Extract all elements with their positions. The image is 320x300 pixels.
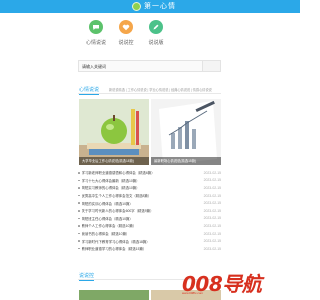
- nav-item-shuoshuo-kong[interactable]: 说说控: [110, 20, 142, 46]
- list-item[interactable]: 我读书的心得体会（精选10篇） 2023-02-15: [78, 230, 221, 238]
- pencil-icon: [149, 20, 163, 34]
- featured-thumb-1[interactable]: 大学毕业后工作心情说说(精选18篇): [79, 99, 149, 165]
- bullet-icon: [78, 187, 80, 189]
- bullet-icon: [78, 225, 80, 227]
- section-title[interactable]: 心情说说: [79, 86, 100, 95]
- bullet-icon: [78, 172, 80, 174]
- bullet-icon: [78, 240, 80, 242]
- bullet-icon: [78, 247, 80, 250]
- featured-thumb-2[interactable]: 最新职场心情说说(精选15篇): [151, 99, 221, 165]
- chart-document-image: [151, 99, 221, 165]
- nav-item-label: 说说版: [148, 40, 164, 46]
- list-item[interactable]: 学习新老师职业道德感悟和心得体会（精选6篇） 2023-02-15: [78, 169, 221, 177]
- top-bar: 第一心情: [0, 0, 300, 13]
- apple-books-image: [79, 99, 149, 165]
- category-nav: 心情说说 说说控 说说版: [0, 20, 300, 54]
- article-list: 学习新老师职业道德感悟和心得体会（精选6篇） 2023-02-15 学习十七大心得…: [78, 169, 221, 253]
- nav-item-shuoshuo-ban[interactable]: 说说版: [140, 20, 172, 46]
- section-title[interactable]: 说说控: [79, 272, 95, 281]
- bullet-icon: [78, 194, 80, 197]
- search-box: [78, 60, 221, 72]
- bullet-icon: [78, 179, 80, 182]
- list-item[interactable]: 关于学习时代新人的心得体会600字（精选9篇） 2023-02-15: [78, 207, 221, 215]
- list-item[interactable]: 优秀高中生个人工作心得体会范文（精选8篇） 2023-02-15: [78, 192, 221, 200]
- nav-item-mood-posts[interactable]: 心情说说: [80, 20, 112, 46]
- site-logo[interactable]: 第一心情: [132, 1, 176, 11]
- section-header-mood-posts: 心情说说 新说说精选 | 工作心情说说 | 学业心情说说 | 经典心情说说 | …: [78, 85, 221, 95]
- list-item[interactable]: 学习新时代下教育学习心得体会（精选18篇） 2023-02-15: [78, 237, 221, 245]
- watermark-logo: 008导航 www.008fx.com: [182, 268, 262, 297]
- bullet-icon: [78, 217, 80, 220]
- bottom-thumb-1[interactable]: [79, 290, 149, 300]
- list-item[interactable]: 学习十七大心得体会最新（精选10篇） 2023-02-15: [78, 177, 221, 185]
- watermark-subtext: www.008fx.com: [182, 291, 204, 295]
- heart-icon: [119, 20, 133, 34]
- nav-item-label: 说说控: [118, 40, 134, 46]
- list-item[interactable]: 简短班主任心得体会（精选10篇） 2023-02-15: [78, 215, 221, 223]
- bullet-icon: [78, 210, 80, 212]
- thumb-caption: 最新职场心情说说(精选15篇): [151, 157, 221, 165]
- nav-item-label: 心情说说: [85, 40, 106, 46]
- list-item[interactable]: 教师职业道德学习的心得体会（精选15篇） 2023-02-15: [78, 245, 221, 253]
- logo-icon: [132, 1, 141, 11]
- thumb-caption: 大学毕业后工作心情说说(精选18篇): [79, 157, 149, 165]
- section-tabs[interactable]: 新说说精选 | 工作心情说说 | 学业心情说说 | 经典心情说说 | 情感心情说…: [109, 87, 221, 92]
- list-item[interactable]: 简短实习教师的心得体会（精选10篇） 2023-02-15: [78, 184, 221, 192]
- list-item[interactable]: 简短的实训心得体会（精选10篇） 2023-02-15: [78, 199, 221, 207]
- search-input[interactable]: [82, 63, 182, 70]
- chat-bubble-icon: [89, 20, 103, 34]
- logo-text: 第一心情: [144, 3, 176, 10]
- bullet-icon: [78, 202, 80, 204]
- search-button[interactable]: [202, 61, 220, 71]
- bullet-icon: [78, 232, 80, 235]
- list-item[interactable]: 教师个人工作心得体会（精选10篇） 2023-02-15: [78, 222, 221, 230]
